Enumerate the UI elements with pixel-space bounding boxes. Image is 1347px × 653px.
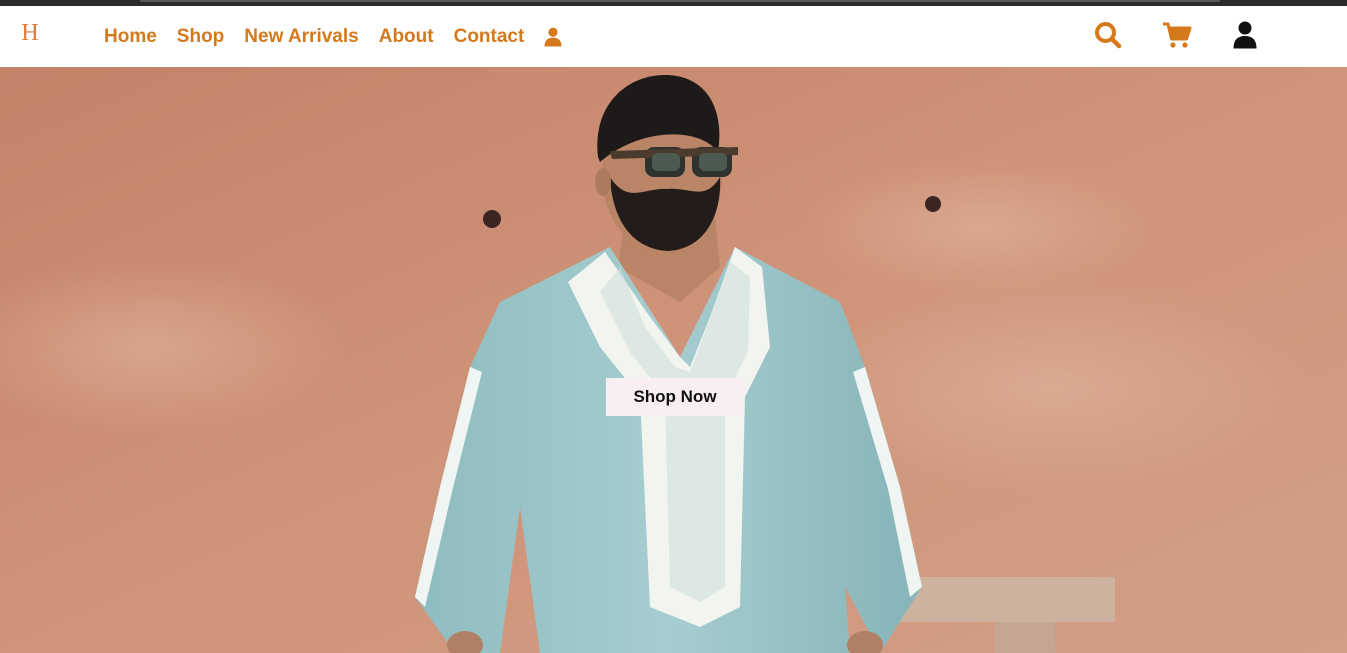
hero-banner: Shop Now	[0, 67, 1347, 653]
header-actions	[0, 6, 1347, 67]
search-icon[interactable]	[1093, 20, 1123, 50]
cart-icon[interactable]	[1162, 20, 1192, 50]
shop-now-button[interactable]: Shop Now	[606, 378, 744, 416]
account-icon[interactable]	[1230, 20, 1260, 50]
navbar: H Home Shop New Arrivals About Contact	[0, 6, 1347, 67]
browser-tab-edge	[140, 0, 1220, 2]
hero-image	[0, 67, 1347, 653]
